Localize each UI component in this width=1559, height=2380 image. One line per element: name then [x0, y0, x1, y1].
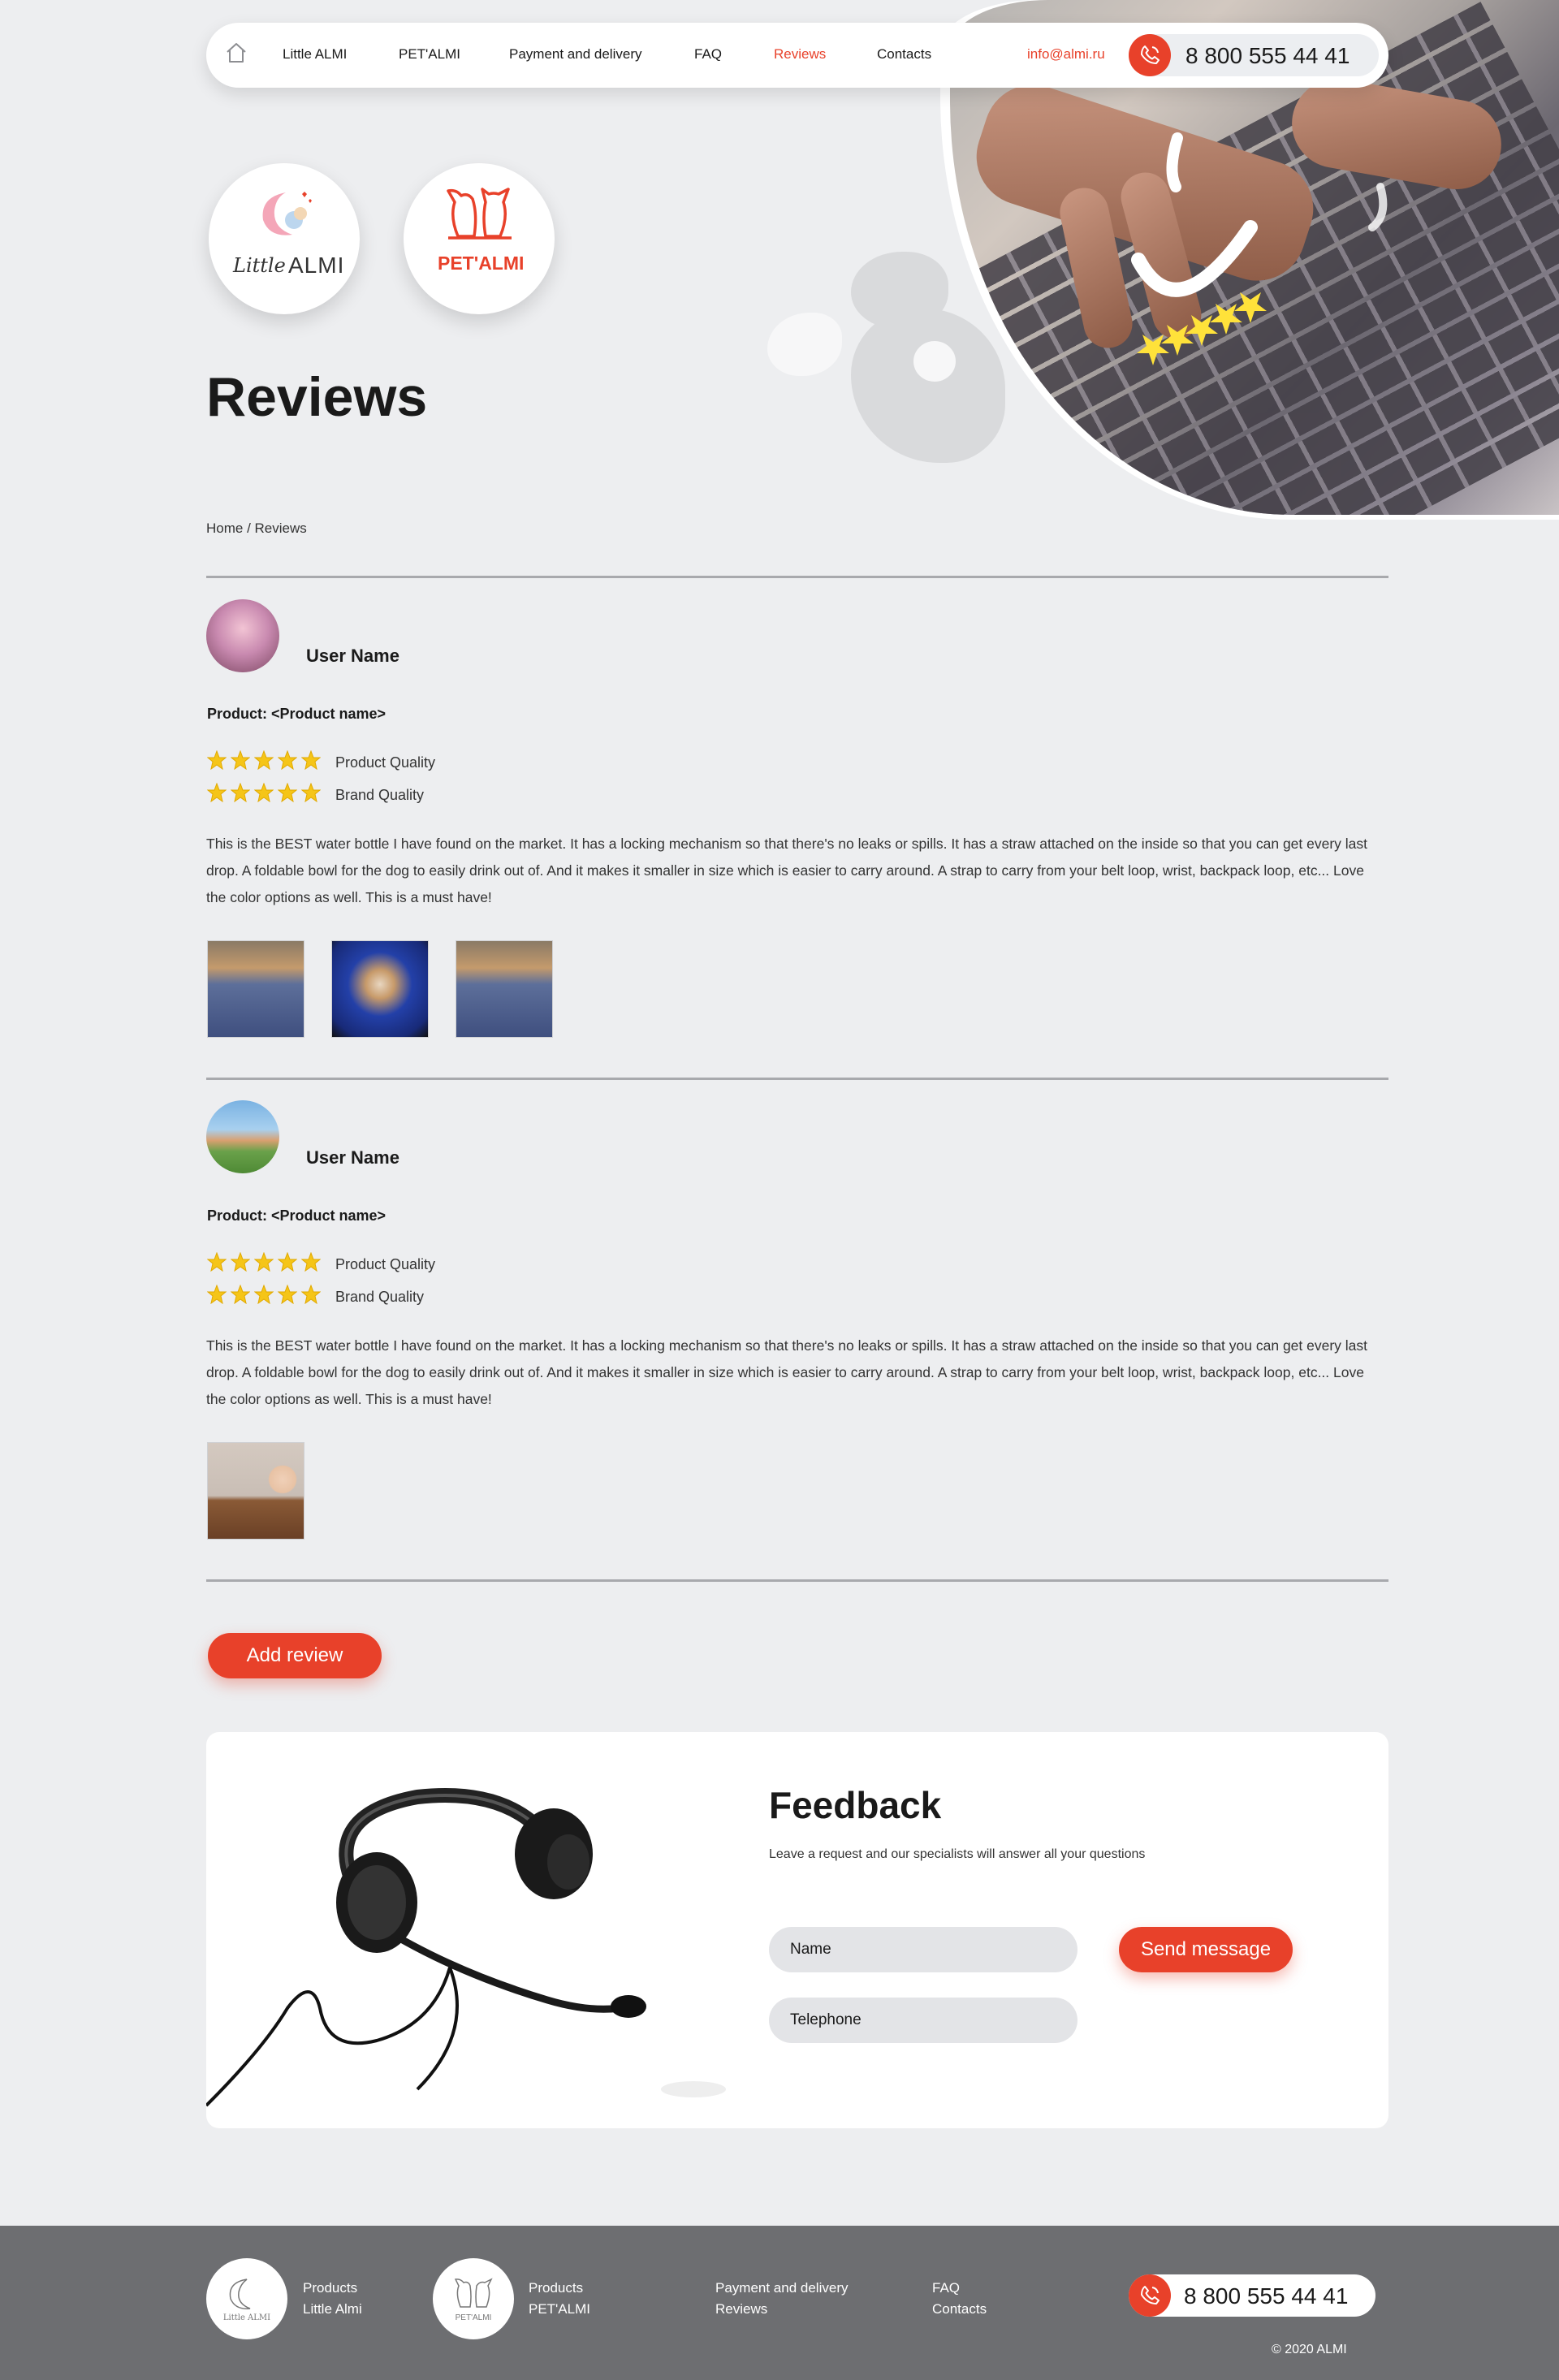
- email-link[interactable]: info@almi.ru: [1027, 46, 1105, 63]
- rating-label: Product Quality: [335, 1256, 436, 1272]
- star-icon: [254, 783, 274, 802]
- footer-link[interactable]: Little Almi: [303, 2299, 362, 2320]
- footer-link[interactable]: Reviews: [715, 2299, 848, 2320]
- footer-col-info[interactable]: Payment and delivery Reviews: [715, 2278, 848, 2320]
- footer-link[interactable]: FAQ: [932, 2278, 987, 2299]
- product-quality-stars: [207, 1252, 321, 1272]
- headset-image: [206, 1788, 726, 2107]
- rating-label: Product Quality: [335, 754, 436, 771]
- star-icon: [301, 1252, 321, 1272]
- brand-quality-stars: [207, 783, 321, 802]
- star-icon: [207, 783, 227, 802]
- rating-label: Brand Quality: [335, 1289, 425, 1305]
- nav-item-little-almi[interactable]: Little ALMI: [283, 46, 347, 63]
- star-icon: [301, 750, 321, 770]
- footer-little-logo-text: Little ALMI: [223, 2313, 270, 2322]
- decor-blob: [913, 341, 956, 382]
- review-photo[interactable]: [331, 940, 429, 1038]
- send-message-button[interactable]: Send message: [1119, 1927, 1293, 1972]
- petalmi-wordmark: PET'ALMI: [438, 253, 525, 274]
- review-photo[interactable]: [456, 940, 553, 1038]
- phone-number: 8 800 555 44 41: [1185, 43, 1350, 68]
- brand-quality-stars: [207, 1285, 321, 1304]
- star-icon: [254, 1252, 274, 1272]
- star-icon: [231, 1252, 250, 1272]
- nav-item-reviews[interactable]: Reviews: [774, 46, 826, 63]
- little-almi-logo[interactable]: Little ALMI: [209, 163, 360, 314]
- avatar: [206, 599, 279, 672]
- star-icon: [278, 783, 297, 802]
- copyright: © 2020 ALMI: [1272, 2343, 1347, 2356]
- star-icon: [207, 1285, 227, 1304]
- star-icon: [231, 783, 250, 802]
- star-icon: [254, 1285, 274, 1304]
- breadcrumb[interactable]: Home / Reviews: [206, 520, 307, 537]
- review-photo[interactable]: [207, 1442, 304, 1540]
- dog-cat-icon: [447, 188, 512, 240]
- footer-link[interactable]: Payment and delivery: [715, 2278, 848, 2299]
- star-icon: [207, 1252, 227, 1272]
- petalmi-logo[interactable]: PET'ALMI: [404, 163, 555, 314]
- divider: [206, 1078, 1388, 1080]
- feedback-subtitle: Leave a request and our specialists will…: [769, 1847, 1146, 1861]
- smile-rating-icon: [1131, 132, 1388, 365]
- decor-blob: [767, 313, 842, 376]
- footer-link[interactable]: Products: [303, 2278, 362, 2299]
- little-almi-script: Little: [233, 254, 286, 277]
- review-text: This is the BEST water bottle I have fou…: [206, 836, 1368, 905]
- review-product: Product: <Product name>: [207, 706, 387, 722]
- footer-phone-pill[interactable]: 8 800 555 44 41: [1129, 2274, 1375, 2317]
- nav-item-faq[interactable]: FAQ: [694, 46, 722, 63]
- nav-item-petalmi[interactable]: PET'ALMI: [399, 46, 460, 63]
- add-review-button[interactable]: Add review: [208, 1633, 382, 1678]
- rating-label: Brand Quality: [335, 787, 425, 803]
- avatar: [206, 1100, 279, 1173]
- name-field[interactable]: [769, 1927, 1077, 1972]
- footer-col-help[interactable]: FAQ Contacts: [932, 2278, 987, 2320]
- review-user-name: User Name: [306, 1147, 399, 1168]
- moon-baby-icon: [262, 192, 312, 235]
- footer-col-pet[interactable]: Products PET'ALMI: [529, 2278, 590, 2320]
- review-product: Product: <Product name>: [207, 1207, 387, 1224]
- star-icon: [231, 750, 250, 770]
- footer-link[interactable]: Contacts: [932, 2299, 987, 2320]
- telephone-field[interactable]: [769, 1998, 1077, 2043]
- footer-little-almi-logo[interactable]: Little ALMI: [206, 2258, 287, 2339]
- review-user-name: User Name: [306, 646, 399, 666]
- star-icon: [207, 750, 227, 770]
- phone-icon: [1129, 2274, 1171, 2317]
- footer: Little ALMI Products Little Almi PET'ALM…: [0, 2226, 1559, 2380]
- divider: [206, 576, 1388, 578]
- little-almi-caps: ALMI: [288, 253, 345, 278]
- footer-pet-logo-text: PET'ALMI: [456, 2313, 492, 2322]
- page-title: Reviews: [206, 366, 428, 428]
- nav-item-payment-delivery[interactable]: Payment and delivery: [509, 46, 641, 63]
- footer-link[interactable]: Products: [529, 2278, 590, 2299]
- home-icon[interactable]: [224, 41, 248, 69]
- feedback-title: Feedback: [769, 1784, 942, 1826]
- star-icon: [301, 783, 321, 802]
- phone-pill[interactable]: 8 800 555 44 41: [1129, 34, 1379, 76]
- footer-phone-number: 8 800 555 44 41: [1184, 2283, 1349, 2309]
- nav-item-contacts[interactable]: Contacts: [877, 46, 931, 63]
- star-icon: [278, 1252, 297, 1272]
- star-icon: [278, 1285, 297, 1304]
- phone-icon: [1129, 34, 1171, 76]
- star-icon: [231, 1285, 250, 1304]
- footer-petalmi-logo[interactable]: PET'ALMI: [433, 2258, 514, 2339]
- footer-col-little[interactable]: Products Little Almi: [303, 2278, 362, 2320]
- feedback-card: Feedback Leave a request and our special…: [206, 1732, 1388, 2128]
- top-nav: Little ALMI PET'ALMI Payment and deliver…: [206, 23, 1388, 88]
- star-icon: [254, 750, 274, 770]
- product-quality-stars: [207, 750, 321, 770]
- divider: [206, 1579, 1388, 1582]
- star-icon: [278, 750, 297, 770]
- star-icon: [301, 1285, 321, 1304]
- footer-link[interactable]: PET'ALMI: [529, 2299, 590, 2320]
- review-text: This is the BEST water bottle I have fou…: [206, 1337, 1368, 1407]
- review-photo[interactable]: [207, 940, 304, 1038]
